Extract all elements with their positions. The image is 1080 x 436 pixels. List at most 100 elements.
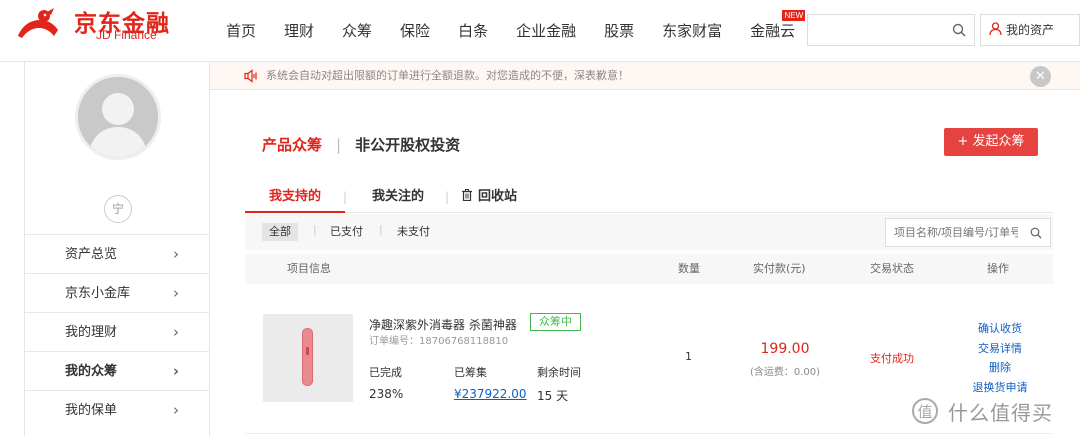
my-assets-label: 我的资产 [1006, 23, 1055, 37]
nav-home[interactable]: 首页 [212, 0, 270, 62]
sidebar-item-my-crowdfunding[interactable]: 我的众筹 › [25, 351, 209, 390]
th-actions: 操作 [987, 262, 1009, 275]
launch-crowdfunding-button[interactable]: + 发起众筹 [944, 128, 1038, 156]
nav-dongjia-wealth[interactable]: 东家财富 [648, 0, 736, 62]
chevron-right-icon: › [173, 401, 179, 419]
price-value: 199.00 [760, 341, 810, 357]
search-icon[interactable] [1030, 227, 1042, 239]
filter-bar: 全部 | 已支付 | 未支付 [245, 214, 1053, 250]
title-product-crowdfunding[interactable]: 产品众筹 [262, 136, 322, 154]
jd-dog-mascot-icon [18, 8, 58, 38]
tab-recycle-bin[interactable]: 回收站 [461, 186, 517, 213]
nav-baitiao[interactable]: 白条 [444, 0, 502, 62]
header-search [807, 14, 975, 46]
filter-unpaid-label: 未支付 [397, 225, 430, 238]
remaining-label: 剩余时间 [537, 366, 581, 379]
sidebar-item-label: 京东小金库 [65, 286, 131, 301]
jd-finance-logo[interactable]: 京东金融 JD Finance [14, 2, 194, 50]
sidebar-item-asset-overview[interactable]: 资产总览 › [25, 234, 209, 273]
th-paid-amount: 实付款(元) [753, 262, 806, 275]
chevron-right-icon: › [172, 362, 179, 380]
return-request-link[interactable]: 退换货申请 [965, 379, 1035, 395]
nav-home-label: 首页 [226, 22, 257, 40]
sidebar: 宁 资产总览 › 京东小金库 › 我的理财 › 我的众筹 › 我的保单 › [24, 62, 210, 436]
order-search [885, 218, 1051, 247]
watermark-text: 什么值得买 [948, 401, 1053, 425]
main-nav: 首页 理财 众筹 保险 白条 企业金融 股票 东家财富 金融云 NEW [212, 0, 809, 62]
default-avatar-icon [78, 77, 158, 157]
quantity-value: 1 [685, 350, 692, 363]
filter-paid-label: 已支付 [330, 225, 363, 238]
close-notice-button[interactable]: ✕ [1030, 66, 1051, 87]
filter-all[interactable]: 全部 [262, 223, 298, 241]
completed-value: 238% [369, 387, 404, 401]
search-icon[interactable] [952, 23, 966, 37]
close-icon: ✕ [1035, 69, 1046, 84]
my-assets-button[interactable]: 我的资产 [980, 14, 1080, 46]
tab-followed[interactable]: 我关注的 [372, 186, 424, 213]
delete-link[interactable]: 删除 [965, 359, 1035, 375]
sidebar-item-label: 资产总览 [65, 247, 118, 262]
tab-separator: | [343, 190, 348, 204]
nav-finance-cloud[interactable]: 金融云 NEW [736, 0, 809, 62]
filter-unpaid[interactable]: 未支付 [390, 223, 437, 241]
tab-supported[interactable]: 我支持的 [245, 186, 345, 213]
nav-stocks[interactable]: 股票 [590, 0, 648, 62]
product-name[interactable]: 净趣深紫外消毒器 杀菌神器 [369, 316, 517, 333]
tab-supported-label: 我支持的 [268, 189, 321, 204]
product-thumbnail[interactable] [263, 314, 353, 402]
notice-bar: 系统会自动对超出限额的订单进行全额退款。对您造成的不便，深表歉意！ ✕ [210, 62, 1080, 90]
nav-crowdfunding[interactable]: 众筹 [328, 0, 386, 62]
chevron-right-icon: › [173, 323, 179, 341]
nav-baitiao-label: 白条 [458, 22, 489, 40]
sidebar-item-label: 我的保单 [65, 403, 118, 418]
order-details-link[interactable]: 交易详情 [965, 340, 1035, 356]
nav-insurance-label: 保险 [400, 22, 431, 40]
sidebar-item-jd-vault[interactable]: 京东小金库 › [25, 273, 209, 312]
plus-icon: + [957, 134, 969, 149]
confirm-receipt-link[interactable]: 确认收货 [965, 320, 1035, 336]
table-header: 项目信息 数量 实付款(元) 交易状态 操作 [245, 254, 1053, 284]
nav-crowdfunding-label: 众筹 [342, 22, 373, 40]
remaining-value: 15 天 [537, 389, 569, 403]
status-badge: 众筹中 [530, 313, 581, 331]
th-project-info: 项目信息 [287, 262, 331, 275]
avatar[interactable] [75, 74, 161, 160]
notice-text: 系统会自动对超出限额的订单进行全额退款。对您造成的不便，深表歉意！ [266, 69, 629, 82]
main-content: 系统会自动对超出限额的订单进行全额退款。对您造成的不便，深表歉意！ ✕ 产品众筹… [210, 62, 1080, 436]
sidebar-item-label: 我的理财 [65, 325, 118, 340]
svg-text:值: 值 [917, 403, 932, 421]
nav-insurance[interactable]: 保险 [386, 0, 444, 62]
user-level-badge[interactable]: 宁 [104, 195, 132, 223]
launch-crowdfunding-label: 发起众筹 [972, 134, 1025, 149]
chevron-right-icon: › [173, 245, 179, 263]
order-search-input[interactable] [886, 219, 1026, 246]
smzdm-logo-icon: 值 [912, 398, 938, 424]
tab-recycle-bin-label: 回收站 [478, 189, 518, 204]
page-title: 产品众筹 | 非公开股权投资 [262, 134, 460, 155]
filter-all-label: 全部 [269, 225, 291, 238]
shipping-note: (含运费：0.00) [749, 367, 821, 378]
header-search-input[interactable] [808, 15, 948, 45]
speaker-icon [244, 69, 257, 83]
watermark: 值 什么值得买 [910, 396, 1080, 426]
uv-sterilizer-image [302, 328, 313, 386]
nav-stocks-label: 股票 [604, 22, 635, 40]
order-tabs: 我支持的 | 我关注的 | 回收站 [245, 186, 1053, 213]
sidebar-item-label: 我的众筹 [65, 364, 118, 379]
new-badge: NEW [782, 10, 806, 21]
sidebar-item-my-wealth[interactable]: 我的理财 › [25, 312, 209, 351]
nav-enterprise-finance[interactable]: 企业金融 [502, 0, 590, 62]
filter-paid[interactable]: 已支付 [323, 223, 370, 241]
title-equity-investment[interactable]: 非公开股权投资 [355, 136, 460, 154]
chevron-right-icon: › [173, 284, 179, 302]
user-icon [989, 22, 1002, 36]
nav-wealth[interactable]: 理财 [270, 0, 328, 62]
raised-value[interactable]: ¥237922.00 [454, 387, 527, 401]
nav-enterprise-finance-label: 企业金融 [516, 22, 577, 40]
tab-separator: | [445, 190, 450, 204]
filter-separator: | [379, 223, 383, 236]
sidebar-item-my-policies[interactable]: 我的保单 › [25, 390, 209, 429]
raised-label: 已筹集 [454, 366, 487, 379]
tab-followed-label: 我关注的 [372, 189, 425, 204]
